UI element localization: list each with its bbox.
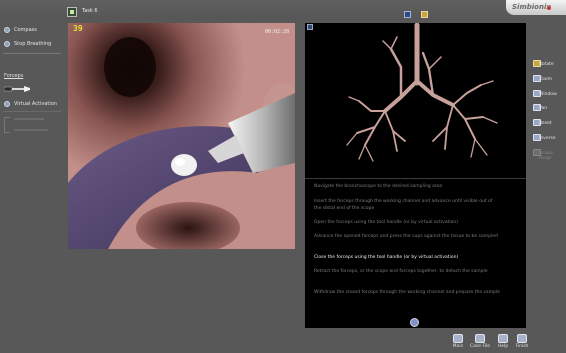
scope-rings-label: Scope Rings [539,151,553,161]
bronchial-tree-model [346,22,498,162]
task-label: Task 6 [82,8,98,14]
rotate-label: Rotate [539,62,554,67]
magnifier-icon[interactable] [410,318,419,327]
sidebar-divider [3,111,61,112]
case-file-label: Case File [470,344,490,349]
forceps-tool-icon[interactable] [4,85,30,93]
finish-icon [517,334,527,343]
view-tree-icon[interactable] [421,11,428,18]
disabled-control [14,129,48,131]
pan-label: Pan [539,106,548,111]
finish-label: Finish [515,344,529,349]
instruction-step: Retract the forceps, or the scope and fo… [314,269,488,274]
bronchial-tree-view[interactable] [305,22,526,178]
main-button[interactable]: Main [447,334,469,349]
main-label: Main [452,344,464,349]
timer: 00:02:20 [265,29,290,35]
task-icon[interactable] [67,7,77,17]
rotate-button[interactable]: Rotate [530,60,554,67]
forceps-heading: Forceps [4,73,24,79]
help-icon [498,334,508,343]
inverse-button[interactable]: Inverse [530,134,556,141]
activation-icon [4,101,10,107]
reset-button[interactable]: Reset [530,119,552,126]
instruction-step: Navigate the bronchoscope to the desired… [314,184,443,189]
counter: 39 [73,24,83,33]
reset-label: Reset [539,121,552,126]
pan-button[interactable]: Pan [530,104,547,111]
window-label: Window [539,92,557,97]
logo-accent-icon [547,6,551,10]
instruction-step: Withdraw the closed forceps through the … [314,290,500,295]
compass-label: Compass [14,27,37,33]
sidebar-divider [3,53,61,54]
instruction-step: Insert the forceps through the working c… [314,199,493,211]
lungs-icon [4,41,10,47]
disabled-control [14,118,44,120]
instruction-step: Open the forceps using the tool handle (… [314,220,458,225]
compass-button[interactable]: Compass [4,27,37,33]
virtual-activation-button[interactable]: Virtual Activation [4,101,57,107]
endoscope-view[interactable] [68,23,295,249]
view-layout-icon[interactable] [404,11,411,18]
stop-breathing-button[interactable]: Stop Breathing [4,41,51,47]
instruction-step: Advance the opened forceps and press the… [314,234,498,239]
window-button[interactable]: Window [530,90,557,97]
instruction-step-active: Close the forceps using the tool handle … [314,255,459,260]
case-file-button[interactable]: Case File [469,334,491,349]
zoom-label: Zoom [539,77,552,82]
folder-icon [475,334,485,343]
zoom-button[interactable]: Zoom [530,75,552,82]
scope-rings-button[interactable]: Scope Rings [530,149,566,161]
finish-button[interactable]: Finish [511,334,533,349]
inverse-label: Inverse [539,136,556,141]
logo-text: Simbionix [512,3,551,11]
view-settings-icon[interactable] [307,24,313,30]
airway-rendering [68,23,295,249]
stop-breathing-label: Stop Breathing [14,41,52,47]
compass-icon [4,27,10,33]
home-icon [453,334,463,343]
virtual-activation-label: Virtual Activation [14,101,57,107]
disabled-control-bracket [4,117,10,133]
